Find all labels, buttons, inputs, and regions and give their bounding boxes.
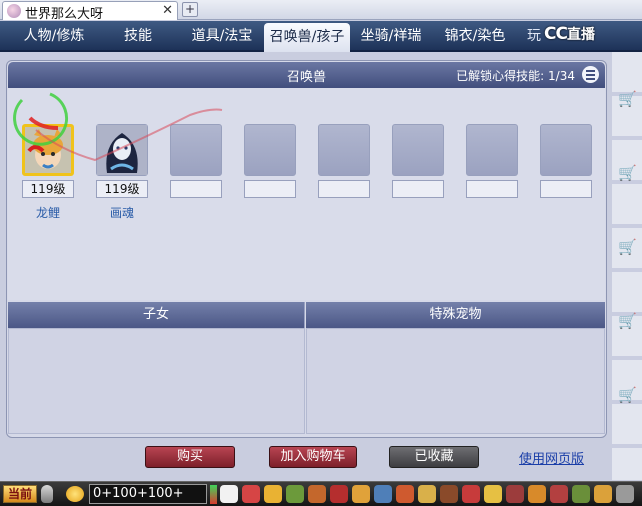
favorited-button[interactable]: 已收藏 xyxy=(389,446,479,468)
screen: 世界那么大呀 ✕ + 人物/修炼 技能 道具/法宝 召唤兽/孩子 坐骑/祥瑞 锦… xyxy=(0,0,642,506)
microphone-icon[interactable] xyxy=(41,485,53,503)
cart-icon: 🛒 xyxy=(618,164,637,182)
close-tab-icon[interactable]: ✕ xyxy=(162,3,173,18)
quick-item-icon[interactable] xyxy=(594,485,612,503)
pet-level-1: 119级 xyxy=(22,180,74,198)
unlocked-skills-info: 已解锁心得技能: 1/34 xyxy=(456,67,575,84)
tab-favicon-icon xyxy=(7,4,21,18)
pet-slot-6[interactable] xyxy=(392,124,444,176)
tab-outfits[interactable]: 锦衣/染色 xyxy=(436,21,514,52)
add-to-cart-button[interactable]: 加入购物车 xyxy=(269,446,357,468)
pet-level-8 xyxy=(540,180,592,198)
unlocked-skills-label: 已解锁心得技能: xyxy=(456,69,545,83)
quick-item-icon[interactable] xyxy=(242,485,260,503)
pet-level-5 xyxy=(318,180,370,198)
chat-input[interactable]: 0+100+100+ xyxy=(89,484,207,504)
cc-logo-text: 直播 xyxy=(566,27,595,43)
cart-icon: 🛒 xyxy=(618,312,637,330)
pet-level-3 xyxy=(170,180,222,198)
cart-icon: 🛒 xyxy=(618,386,637,404)
quick-item-icon[interactable] xyxy=(616,485,634,503)
pet-slot-7[interactable] xyxy=(466,124,518,176)
quick-item-icon[interactable] xyxy=(462,485,480,503)
dragon-carp-portrait-icon xyxy=(25,127,71,173)
quick-item-icon[interactable] xyxy=(308,485,326,503)
quick-item-icon[interactable] xyxy=(572,485,590,503)
quick-item-icon[interactable] xyxy=(440,485,458,503)
special-pets-section-header: 特殊宠物 xyxy=(306,302,605,328)
summon-panel: 召唤兽 已解锁心得技能: 1/34 119级 119级 龙鲤 画魂 子女 特殊宠… xyxy=(6,60,607,438)
quick-item-icon[interactable] xyxy=(484,485,502,503)
list-menu-icon[interactable] xyxy=(582,66,599,83)
pet-level-6 xyxy=(392,180,444,198)
pet-name-2[interactable]: 画魂 xyxy=(96,204,148,221)
web-version-link[interactable]: 使用网页版 xyxy=(519,448,584,467)
pet-slot-4[interactable] xyxy=(244,124,296,176)
quick-item-icon[interactable] xyxy=(220,485,238,503)
pet-name-1[interactable]: 龙鲤 xyxy=(22,204,74,221)
volume-meter xyxy=(210,485,217,504)
panel-header: 召唤兽 已解锁心得技能: 1/34 xyxy=(8,62,605,88)
pet-level-7 xyxy=(466,180,518,198)
new-tab-button[interactable]: + xyxy=(182,2,198,17)
quick-item-icon[interactable] xyxy=(330,485,348,503)
browser-tab-title: 世界那么大呀 xyxy=(25,7,104,22)
quick-item-icon[interactable] xyxy=(264,485,282,503)
pet-slot-5[interactable] xyxy=(318,124,370,176)
emote-face-icon[interactable] xyxy=(66,486,84,502)
quick-item-bar xyxy=(220,483,642,506)
tab-skills[interactable]: 技能 xyxy=(108,21,168,52)
tab-mounts[interactable]: 坐骑/祥瑞 xyxy=(352,21,430,52)
game-taskbar: 当前 0+100+100+ xyxy=(0,481,642,506)
quick-item-icon[interactable] xyxy=(550,485,568,503)
pet-slot-3[interactable] xyxy=(170,124,222,176)
cart-icon: 🛒 xyxy=(618,90,637,108)
quick-item-icon[interactable] xyxy=(352,485,370,503)
tab-more[interactable]: 玩 xyxy=(522,21,546,52)
quick-item-icon[interactable] xyxy=(528,485,546,503)
browser-tab[interactable]: 世界那么大呀 ✕ xyxy=(2,1,178,22)
side-strip xyxy=(612,52,642,480)
special-pets-section-body xyxy=(306,328,605,434)
summon-slots-area: 119级 119级 龙鲤 画魂 xyxy=(8,88,605,300)
tab-items[interactable]: 道具/法宝 xyxy=(178,21,266,52)
painted-soul-portrait-icon xyxy=(97,125,147,175)
pet-slot-8[interactable] xyxy=(540,124,592,176)
browser-tab-strip: 世界那么大呀 ✕ + xyxy=(0,0,642,22)
buy-button[interactable]: 购买 xyxy=(145,446,235,468)
pet-slot-1[interactable] xyxy=(22,124,74,176)
chat-channel-button[interactable]: 当前 xyxy=(3,485,37,503)
tab-character[interactable]: 人物/修炼 xyxy=(0,21,108,52)
pet-level-4 xyxy=(244,180,296,198)
cc-logo-icon: CC xyxy=(544,24,568,44)
tab-summons[interactable]: 召唤兽/孩子 xyxy=(264,23,350,52)
quick-item-icon[interactable] xyxy=(396,485,414,503)
quick-item-icon[interactable] xyxy=(418,485,436,503)
unlocked-skills-count: 1/34 xyxy=(548,69,575,83)
pet-level-2: 119级 xyxy=(96,180,148,198)
quick-item-icon[interactable] xyxy=(506,485,524,503)
quick-item-icon[interactable] xyxy=(374,485,392,503)
pet-slot-2[interactable] xyxy=(96,124,148,176)
children-section-header: 子女 xyxy=(8,302,305,328)
cc-live-logo: CC直播 xyxy=(544,24,640,48)
cart-icon: 🛒 xyxy=(618,238,637,256)
quick-item-icon[interactable] xyxy=(286,485,304,503)
children-section-body xyxy=(8,328,305,434)
